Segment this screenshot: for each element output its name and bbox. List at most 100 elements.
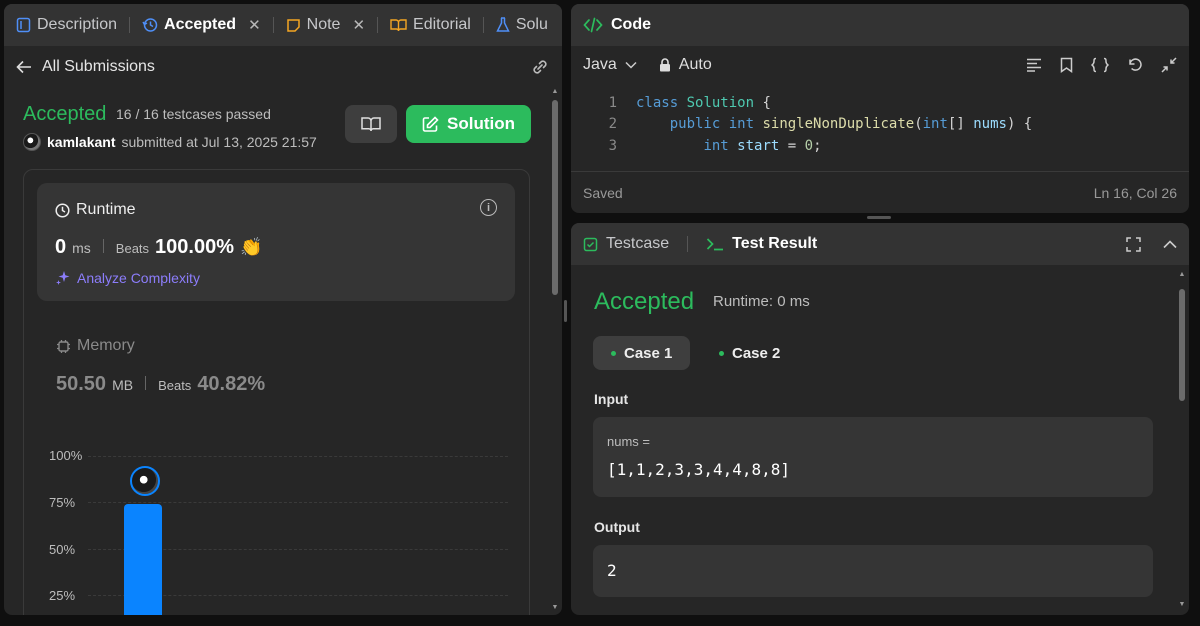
submission-panel: Description Accepted ✕ Note ✕ Editorial … xyxy=(4,4,562,615)
horizontal-resize-handle[interactable] xyxy=(867,216,891,219)
username[interactable]: kamlakant xyxy=(47,134,115,150)
scroll-thumb[interactable] xyxy=(552,100,558,295)
reset-icon[interactable] xyxy=(1127,57,1143,73)
clock-icon xyxy=(55,202,70,218)
case-1-tab[interactable]: Case 1 xyxy=(593,336,691,370)
chart-bar[interactable] xyxy=(124,504,162,615)
code-panel: Code Java Auto 1 class Solution { 2 publ… xyxy=(571,4,1189,213)
memory-values: 50.50 MB Beats 40.82% xyxy=(56,373,265,396)
clap-icon: 👏 xyxy=(240,237,263,257)
divider xyxy=(145,376,147,390)
scroll-down-icon[interactable]: ▼ xyxy=(551,604,559,612)
result-runtime: Runtime: 0 ms xyxy=(713,293,810,310)
submitted-at: submitted at Jul 13, 2025 21:57 xyxy=(121,134,317,150)
scroll-up-icon[interactable]: ▲ xyxy=(551,88,559,96)
line-number: 3 xyxy=(608,137,617,154)
code-editor[interactable]: 1 class Solution { 2 public int singleNo… xyxy=(571,92,1189,157)
memory-title-label: Memory xyxy=(77,337,135,354)
all-submissions-label: All Submissions xyxy=(42,58,155,75)
bookmark-icon[interactable] xyxy=(1060,57,1073,73)
tab-test-result[interactable]: Test Result xyxy=(706,235,817,253)
tab-accepted[interactable]: Accepted ✕ xyxy=(140,4,263,46)
runtime-card[interactable]: Runtime i 0 ms Beats 100.00% 👏 Analyze C… xyxy=(37,183,515,301)
link-icon[interactable] xyxy=(530,58,550,76)
code-line: 2 public int singleNonDuplicate(int[] nu… xyxy=(571,114,1189,136)
case-label: Case 2 xyxy=(732,344,781,362)
divider xyxy=(102,239,104,253)
scroll-thumb[interactable] xyxy=(1179,289,1185,401)
test-result-panel: Testcase Test Result ▲ ▼ Accepted Runtim… xyxy=(571,223,1189,615)
solution-button[interactable]: Solution xyxy=(406,105,531,143)
mode-label: Auto xyxy=(678,56,712,73)
scroll-down-icon[interactable]: ▼ xyxy=(1178,601,1186,609)
case-2-tab[interactable]: Case 2 xyxy=(701,336,798,370)
tab-separator xyxy=(272,17,274,33)
tab-note[interactable]: Note ✕ xyxy=(284,4,367,46)
output-box: 2 xyxy=(593,545,1153,597)
memory-title[interactable]: Memory xyxy=(56,337,135,355)
code-title: Code xyxy=(611,16,651,33)
tab-testcase-label: Testcase xyxy=(606,235,670,252)
language-label: Java xyxy=(583,56,617,73)
chevron-up-icon[interactable] xyxy=(1163,239,1177,249)
code-footer: Saved Ln 16, Col 26 xyxy=(571,171,1189,213)
tab-separator xyxy=(377,17,379,33)
flask-icon xyxy=(496,17,510,32)
close-icon[interactable]: ✕ xyxy=(248,16,261,34)
memory-beats-label: Beats xyxy=(158,378,192,393)
editorial-button[interactable] xyxy=(345,105,397,143)
runtime-title-label: Runtime xyxy=(76,201,136,218)
format-icon[interactable] xyxy=(1026,58,1042,72)
input-box: nums = [1,1,2,3,3,4,4,8,8] xyxy=(593,417,1153,497)
your-submission-marker[interactable] xyxy=(130,466,160,496)
analyze-complexity-link[interactable]: Analyze Complexity xyxy=(55,270,200,286)
tab-description[interactable]: Description xyxy=(14,4,119,46)
memory-unit: MB xyxy=(112,377,134,393)
chevron-down-icon xyxy=(625,61,637,69)
edit-icon xyxy=(422,115,439,132)
note-icon xyxy=(286,18,300,32)
all-submissions-link[interactable]: All Submissions xyxy=(16,58,155,76)
tab-description-label: Description xyxy=(37,16,118,33)
avatar[interactable] xyxy=(23,133,41,151)
y-tick-label: 25% xyxy=(49,588,76,603)
scrollbar[interactable]: ▲ ▼ xyxy=(551,88,559,612)
tab-editorial[interactable]: Editorial xyxy=(388,4,473,46)
line-number: 2 xyxy=(608,116,617,133)
runtime-unit: ms xyxy=(72,240,91,256)
runtime-value: 0 xyxy=(55,236,67,258)
braces-icon[interactable] xyxy=(1091,57,1109,73)
description-icon xyxy=(16,17,31,33)
mode-select[interactable]: Auto xyxy=(659,56,712,74)
left-tabbar: Description Accepted ✕ Note ✕ Editorial … xyxy=(4,4,562,46)
book-icon xyxy=(390,18,407,31)
runtime-beats-label: Beats xyxy=(115,241,150,256)
code-text: int start = 0; xyxy=(703,137,822,154)
vertical-resize-handle[interactable] xyxy=(564,300,567,322)
input-key: nums = xyxy=(607,434,650,449)
close-icon[interactable]: ✕ xyxy=(352,16,365,34)
code-text: class Solution { xyxy=(636,94,771,111)
info-icon[interactable]: i xyxy=(480,199,497,216)
tab-test-result-label: Test Result xyxy=(732,235,818,252)
code-text: public int singleNonDuplicate(int[] nums… xyxy=(669,116,1033,133)
runtime-title: Runtime xyxy=(55,201,136,219)
output-value: 2 xyxy=(607,561,617,580)
grid-line xyxy=(88,456,508,457)
tab-solutions[interactable]: Solu xyxy=(494,4,550,46)
y-tick-label: 50% xyxy=(49,542,76,557)
fullscreen-icon[interactable] xyxy=(1126,236,1141,252)
memory-beats-value: 40.82% xyxy=(197,373,266,395)
language-select[interactable]: Java xyxy=(583,56,637,74)
memory-value: 50.50 xyxy=(56,373,107,395)
scroll-up-icon[interactable]: ▲ xyxy=(1178,271,1186,279)
scrollbar[interactable]: ▲ ▼ xyxy=(1178,271,1186,609)
code-line: 1 class Solution { xyxy=(571,92,1189,114)
tab-testcase[interactable]: Testcase xyxy=(583,235,669,253)
collapse-icon[interactable] xyxy=(1161,57,1177,73)
code-icon xyxy=(583,17,603,33)
tab-separator xyxy=(482,17,484,33)
tab-accepted-label: Accepted xyxy=(164,16,237,33)
chip-icon xyxy=(57,339,70,353)
solution-button-label: Solution xyxy=(447,114,515,133)
